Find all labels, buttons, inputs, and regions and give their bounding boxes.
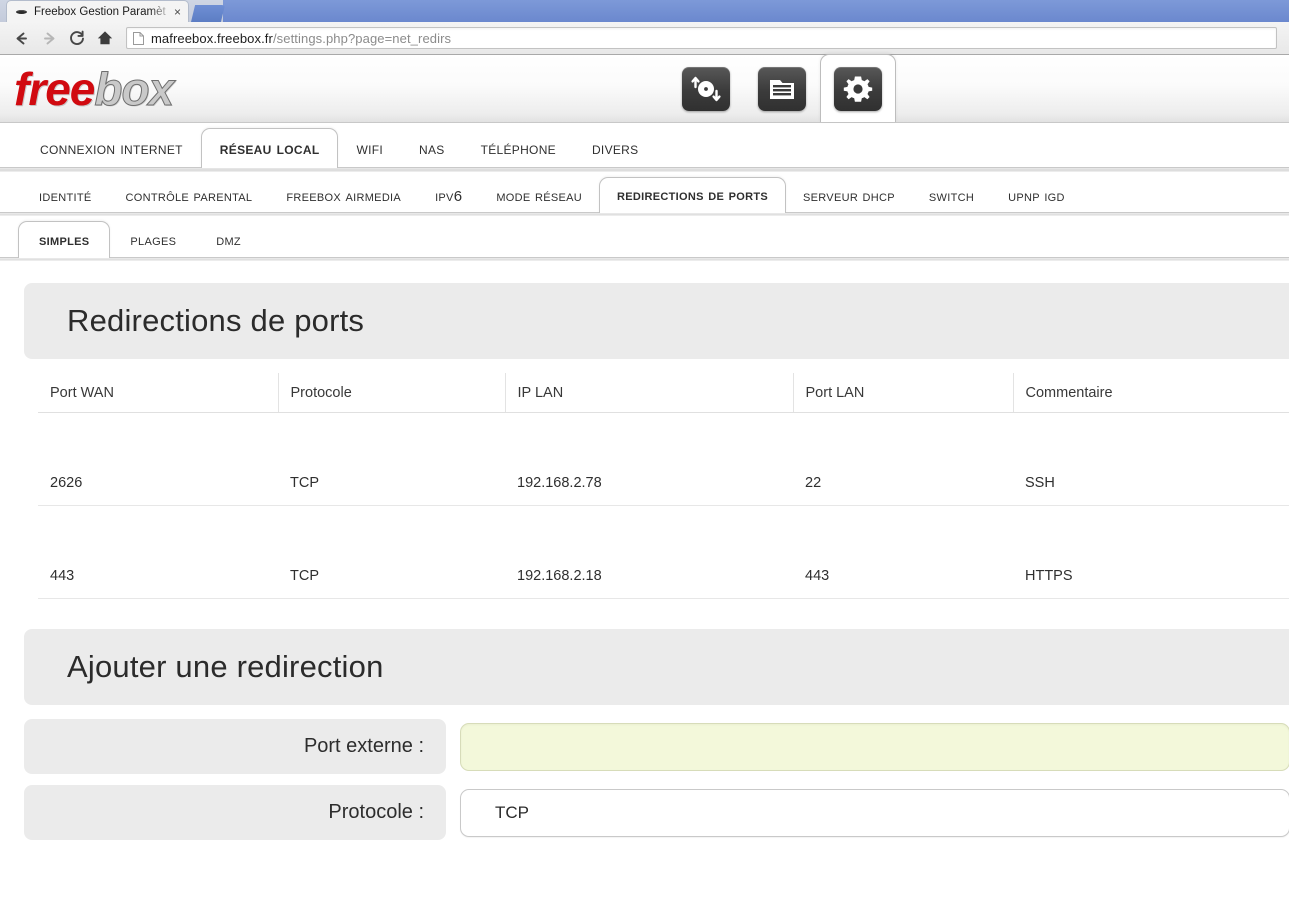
nav1-tab-reseau-local[interactable]: Réseau local xyxy=(200,128,339,168)
cell-commentaire: HTTPS xyxy=(1013,505,1289,599)
label-protocole: Protocole : xyxy=(24,785,446,840)
tabstrip-empty-area xyxy=(223,0,1289,22)
settings-gear-icon xyxy=(834,66,882,111)
nav2-tab-freebox-airmedia[interactable]: Freebox AirMedia xyxy=(269,180,418,212)
nav2-tab-identite[interactable]: Identité xyxy=(22,180,109,212)
label-port-externe: Port externe : xyxy=(24,719,446,774)
column-header-port-wan: Port WAN xyxy=(38,373,279,413)
column-header-commentaire: Commentaire xyxy=(1013,373,1289,413)
close-icon[interactable]: × xyxy=(172,6,183,18)
nav-level3: Simples Plages DMZ xyxy=(0,216,1289,261)
cell-port-wan: 2626 xyxy=(38,412,278,506)
cell-ip-lan: 192.168.2.18 xyxy=(505,505,793,599)
new-tab-button[interactable] xyxy=(191,5,225,22)
column-header-protocole: Protocole xyxy=(278,373,506,413)
header-icon-bar xyxy=(668,54,896,122)
nav2-tab-switch[interactable]: Switch xyxy=(912,180,991,212)
cell-port-wan: 443 xyxy=(38,505,278,599)
nav1-tab-wifi[interactable]: Wifi xyxy=(338,131,401,167)
logo-free-text: free xyxy=(14,62,95,115)
nav-level2: Identité Contrôle parental Freebox AirMe… xyxy=(0,172,1289,216)
cell-protocole: TCP xyxy=(278,412,505,506)
nav3-tab-simples[interactable]: Simples xyxy=(18,221,111,258)
header-tab-files[interactable] xyxy=(744,56,820,122)
redirections-section-header: Redirections de ports xyxy=(24,283,1289,359)
nav3-tab-plages[interactable]: Plages xyxy=(110,224,196,257)
nav2-tab-ipv6[interactable]: IPv6 xyxy=(418,180,479,212)
redirections-table: Port WAN Protocole IP LAN Port LAN Comme… xyxy=(38,373,1289,599)
nav2-tab-redirections-de-ports[interactable]: Redirections de ports xyxy=(599,177,786,213)
freebox-logo[interactable]: freebox xyxy=(14,62,175,115)
nav-level3-tabs: Simples Plages DMZ xyxy=(0,216,1289,258)
column-header-port-lan: Port LAN xyxy=(793,373,1014,413)
cell-ip-lan: 192.168.2.78 xyxy=(505,412,793,506)
nav1-tab-nas[interactable]: NAS xyxy=(401,131,463,167)
freebox-favicon-icon xyxy=(15,5,28,18)
home-icon[interactable] xyxy=(92,25,118,51)
forward-icon[interactable] xyxy=(36,25,62,51)
add-redirection-section-header: Ajouter une redirection xyxy=(24,629,1289,705)
main-content: Redirections de ports Port WAN Protocole… xyxy=(0,261,1289,840)
nav1-tab-telephone[interactable]: Téléphone xyxy=(463,131,574,167)
nav-level1-tabs: Connexion Internet Réseau local Wifi NAS… xyxy=(0,123,1289,168)
add-redirection-form: Ajouter une redirection Port externe : P… xyxy=(24,629,1289,840)
page-title: Redirections de ports xyxy=(67,303,365,338)
table-header-row: Port WAN Protocole IP LAN Port LAN Comme… xyxy=(38,373,1289,413)
reload-icon[interactable] xyxy=(64,25,90,51)
nav1-tab-divers[interactable]: Divers xyxy=(574,131,656,167)
browser-tab[interactable]: Freebox Gestion Paramèt × xyxy=(6,0,189,22)
freebox-header: freebox xyxy=(0,54,1289,123)
cell-protocole: TCP xyxy=(278,505,505,599)
nav2-tab-mode-reseau[interactable]: Mode Réseau xyxy=(479,180,599,212)
address-bar[interactable]: mafreebox.freebox.fr/settings.php?page=n… xyxy=(126,27,1277,49)
nav-level1: Connexion Internet Réseau local Wifi NAS… xyxy=(0,123,1289,172)
port-externe-input[interactable] xyxy=(460,722,1289,771)
nav3-tab-dmz[interactable]: DMZ xyxy=(196,224,261,257)
form-row-port-externe: Port externe : xyxy=(24,719,1289,774)
nav2-tab-upnp-igd[interactable]: UPnP IGD xyxy=(991,180,1082,212)
cell-port-lan: 22 xyxy=(793,412,1013,506)
nav2-tab-serveur-dhcp[interactable]: Serveur DHCP xyxy=(786,180,912,212)
protocole-select[interactable]: TCP xyxy=(460,788,1289,837)
cell-commentaire: SSH xyxy=(1013,412,1289,506)
table-row[interactable]: 2626 TCP 192.168.2.78 22 SSH xyxy=(38,412,1289,506)
column-header-ip-lan: IP LAN xyxy=(505,373,794,413)
header-tab-transfers[interactable] xyxy=(668,56,744,122)
browser-chrome: Freebox Gestion Paramèt × mafreebox.free… xyxy=(0,0,1289,55)
browser-tab-title: Freebox Gestion Paramèt xyxy=(34,5,166,18)
address-bar-text: mafreebox.freebox.fr/settings.php?page=n… xyxy=(151,31,451,46)
url-domain: mafreebox.freebox.fr xyxy=(151,30,273,46)
add-redirection-title: Ajouter une redirection xyxy=(67,649,384,684)
nav-level2-tabs: Identité Contrôle parental Freebox AirMe… xyxy=(0,172,1289,213)
page-document-icon xyxy=(133,31,144,45)
logo-box-text: box xyxy=(94,62,175,115)
url-path: /settings.php?page=net_redirs xyxy=(272,30,452,46)
browser-tabstrip: Freebox Gestion Paramèt × xyxy=(0,0,1289,22)
table-row[interactable]: 443 TCP 192.168.2.18 443 HTTPS xyxy=(38,505,1289,599)
form-row-protocole: Protocole : TCP xyxy=(24,785,1289,840)
back-icon[interactable] xyxy=(8,25,34,51)
header-tab-settings[interactable] xyxy=(820,54,896,122)
browser-toolbar: mafreebox.freebox.fr/settings.php?page=n… xyxy=(0,22,1289,55)
nav-level3-underline xyxy=(0,257,1289,261)
files-icon xyxy=(758,67,806,111)
nav2-tab-controle-parental[interactable]: Contrôle parental xyxy=(109,180,270,212)
cell-port-lan: 443 xyxy=(793,505,1013,599)
nav1-tab-connexion-internet[interactable]: Connexion Internet xyxy=(22,131,201,167)
transfers-icon xyxy=(682,67,730,111)
